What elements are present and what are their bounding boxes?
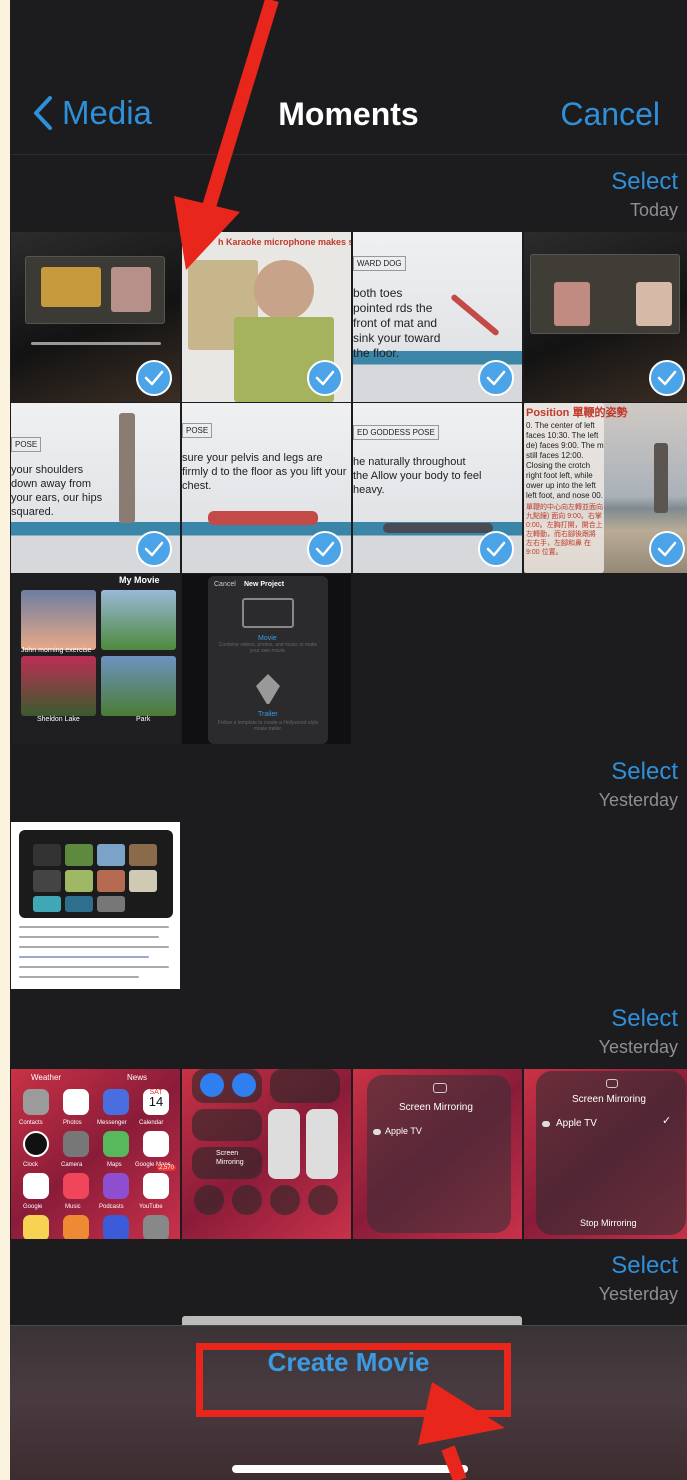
media-thumbnail[interactable] — [11, 822, 180, 989]
select-button[interactable]: Select — [599, 758, 678, 786]
selected-checkmark-icon — [649, 531, 685, 567]
selected-checkmark-icon — [307, 360, 343, 396]
select-button[interactable]: Select — [599, 1005, 678, 1033]
section-header-yesterday: Select Yesterday — [599, 758, 678, 811]
media-thumbnail[interactable]: My Movie John morning exercise Sheldon L… — [11, 574, 180, 744]
section-date: Today — [629, 200, 678, 220]
media-thumbnail[interactable]: Screen Mirroring — [182, 1069, 351, 1239]
select-button[interactable]: Select — [611, 168, 678, 196]
section-date: Yesterday — [598, 1284, 678, 1304]
media-thumbnail[interactable] — [524, 232, 687, 402]
section-header-yesterday: Select Yesterday — [599, 1005, 678, 1058]
moments-screen: Media Moments Cancel Select Today h Kara… — [10, 0, 687, 1480]
selected-checkmark-icon — [136, 360, 172, 396]
section-header-yesterday: Select Yesterday — [599, 1252, 678, 1305]
media-thumbnail[interactable]: POSE your shoulders down away from your … — [11, 403, 180, 573]
media-thumbnail[interactable]: Cancel New Project Movie Combine videos,… — [182, 574, 351, 744]
section-date: Yesterday — [598, 1037, 678, 1057]
highlight-box — [196, 1343, 511, 1417]
media-thumbnail[interactable]: Weather News SAT 14 Contacts Photos Mess… — [11, 1069, 180, 1239]
selected-checkmark-icon — [478, 531, 514, 567]
select-button[interactable]: Select — [599, 1252, 678, 1280]
cancel-button[interactable]: Cancel — [560, 96, 660, 133]
navigation-bar: Media Moments Cancel — [10, 60, 687, 155]
selected-checkmark-icon — [307, 531, 343, 567]
home-indicator — [232, 1465, 468, 1473]
media-thumbnail[interactable]: h Karaoke microphone makes singing easy — [182, 232, 351, 402]
media-thumbnail[interactable]: POSE sure your pelvis and legs are firml… — [182, 403, 351, 573]
section-header-today: Select Today — [611, 168, 678, 221]
selected-checkmark-icon — [649, 360, 685, 396]
media-thumbnail[interactable] — [11, 232, 180, 402]
media-thumbnail[interactable]: Screen Mirroring Apple TV ✓ Stop Mirrori… — [524, 1069, 687, 1239]
media-thumbnail[interactable]: Screen Mirroring Apple TV — [353, 1069, 522, 1239]
media-thumbnail[interactable]: WARD DOG both toes pointed rds the front… — [353, 232, 522, 402]
section-date: Yesterday — [598, 790, 678, 810]
selected-checkmark-icon — [136, 531, 172, 567]
checkmark-icon: ✓ — [662, 1115, 672, 1127]
selected-checkmark-icon — [478, 360, 514, 396]
media-thumbnail[interactable]: Position 單鞭的姿勢 0. The center of left fac… — [524, 403, 687, 573]
media-thumbnail[interactable]: ED GODDESS POSE he naturally throughout … — [353, 403, 522, 573]
